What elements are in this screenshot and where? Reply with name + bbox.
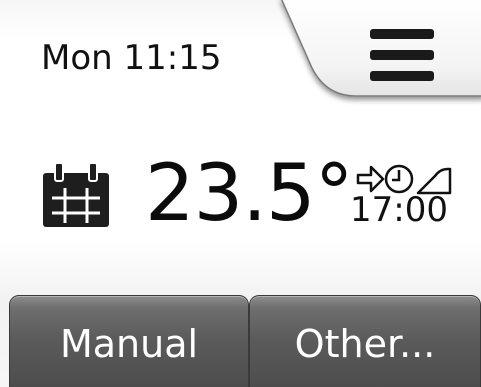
manual-button[interactable]: Manual bbox=[9, 295, 249, 387]
clock-icon bbox=[384, 164, 414, 194]
thermostat-screen: Mon 11:15 23.5° 17:00 Manual Other... bbox=[0, 0, 481, 387]
menu-button[interactable] bbox=[300, 0, 481, 100]
current-temperature[interactable]: 23.5° bbox=[145, 148, 354, 240]
calendar-schedule-icon bbox=[43, 163, 109, 227]
arrow-right-icon bbox=[356, 165, 385, 193]
next-change-time: 17:00 bbox=[350, 190, 448, 230]
other-button[interactable]: Other... bbox=[249, 295, 481, 387]
